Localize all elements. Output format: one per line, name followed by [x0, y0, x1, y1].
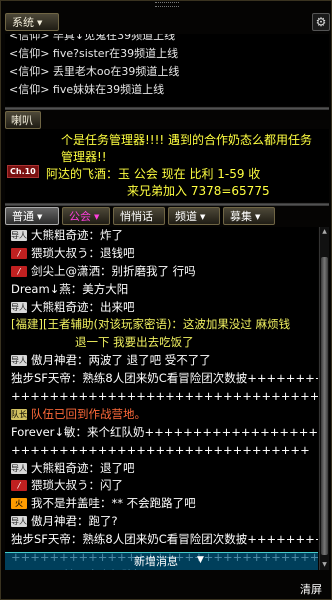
square-badge-icon: 导人	[11, 301, 27, 313]
chat-message-text: 队伍已回到作战营地。	[31, 406, 146, 421]
square-badge-icon: 导人	[11, 355, 27, 367]
horn-line-1: 个是任务管理器!!!! 遇到的合作奶态么都用任务	[61, 133, 313, 147]
chat-message[interactable]: Forever↓敏：来个红队奶++++++++++++++++++++++++	[5, 424, 318, 442]
chat-message[interactable]: ++++++++++++++++++++++++++++++++7=1来奶	[5, 388, 318, 406]
chat-message[interactable]: 导人 大熊粗奇迹：炸了	[5, 227, 318, 245]
chat-tab-label: 普通	[12, 210, 34, 223]
new-message-label: 新增消息	[134, 555, 178, 568]
chat-message[interactable]: 导人 大熊粗奇迹：出来吧	[5, 299, 318, 317]
dropdown-arrow-icon: ▼	[94, 213, 100, 221]
system-message-list: <信仰> 毕真↓见鬼在39频道上线 <信仰> five?sister在39频道上线…	[5, 34, 329, 106]
horn-message-area: 个是任务管理器!!!! 遇到的合作奶态么都用任务 管理器!! 阿达的飞酒：玉 公…	[5, 129, 329, 202]
chat-message-text: 大熊粗奇迹：炸了	[31, 228, 123, 242]
drag-handle[interactable]	[155, 2, 179, 7]
chat-message-list: 导人 大熊粗奇迹：炸了 / 猥琐大叔う：退钱吧 / 剑尖上@潇洒：别折磨我了 行吗 Drea…	[5, 227, 318, 570]
system-message: <信仰> 丢里老木oo在39频道上线	[9, 65, 180, 78]
chat-tab-label: 公会	[69, 210, 91, 223]
system-message: <信仰> five?sister在39频道上线	[9, 47, 179, 60]
scroll-up-icon[interactable]: ▲	[321, 228, 328, 236]
chat-message-text: 猥琐大叔う：退钱吧	[31, 245, 135, 260]
clear-screen-button[interactable]: 清屏	[300, 581, 322, 597]
chat-message-text: 独步SF天帝：熟练8人团来奶C看冒险团次数披+++++++++	[11, 371, 318, 386]
chevron-down-icon: ▼	[197, 555, 204, 565]
system-tab-label: 系统	[12, 16, 34, 29]
chat-message[interactable]: [福建][王者辅助(对该玩家密语)：这波加果没过 麻烦钱	[5, 316, 318, 334]
chat-tab-4[interactable]: 募集 ▼	[223, 207, 275, 225]
channel-badge: Ch.10	[7, 165, 39, 178]
slash-badge-icon: /	[11, 247, 27, 259]
chat-message[interactable]: 导人 傲月神君：跑了?	[5, 513, 318, 531]
chat-message-text: Forever↓敏：来个红队奶++++++++++++++++++++++++	[11, 424, 318, 439]
chat-message[interactable]: / 猥琐大叔う：退钱吧	[5, 245, 318, 263]
chat-message-text: +++++++++++++++++++++++++++++++	[11, 442, 310, 457]
chat-message-text: 傲月神君：两波了 退了吧 受不了了	[31, 353, 211, 368]
horn-line-4: 来兄弟加入 7378=65775	[127, 184, 270, 198]
dropdown-arrow-icon: ▼	[37, 19, 43, 27]
chat-message[interactable]: / 剑尖上@潇洒：别折磨我了 行吗	[5, 263, 318, 281]
chat-tab-label: 频道	[175, 210, 197, 223]
gear-icon[interactable]: ⚙	[312, 13, 330, 31]
system-message: <信仰> 毕真↓见鬼在39频道上线	[9, 34, 176, 42]
dropdown-arrow-icon: ▼	[255, 213, 261, 221]
square-badge-icon: 导人	[11, 516, 27, 528]
square-badge-icon: 导人	[11, 462, 27, 474]
chat-message-text: ++++++++++++++++++++++++++++++++7=1来奶	[11, 389, 318, 404]
divider[interactable]	[5, 203, 329, 206]
chat-message[interactable]: Dream↓燕：美方大阳	[5, 281, 318, 299]
chat-message[interactable]: 火我不是并盖哇：** 不会跑路了吧	[5, 495, 318, 513]
dropdown-arrow-icon: ▼	[37, 213, 43, 221]
divider[interactable]	[5, 107, 329, 110]
slash-badge-icon: /	[11, 480, 27, 492]
system-tab-button[interactable]: 系统 ▼	[5, 13, 59, 31]
chat-tab-0[interactable]: 普通 ▼	[5, 207, 59, 225]
chat-message-text: 傲月神君：跑了?	[31, 514, 118, 529]
system-message: <信仰> five妹妹在39频道上线	[9, 83, 165, 96]
chat-tab-1[interactable]: 公会 ▼	[62, 207, 110, 225]
new-message-bar[interactable]: 新增消息 ▼	[5, 552, 318, 570]
chat-message[interactable]: 独步SF天帝：熟练8人团来奶C看冒险团次数披+++++++++	[5, 531, 318, 549]
chat-scrollbar[interactable]: ▲ ▼	[319, 227, 329, 570]
scroll-down-icon[interactable]: ▼	[321, 561, 328, 569]
chat-message-text: 剑尖上@潇洒：别折磨我了 行吗	[31, 263, 196, 278]
chat-message-text: 猥琐大叔う：闪了	[31, 478, 123, 493]
chat-message[interactable]: 导人 大熊粗奇迹：退了吧	[5, 460, 318, 478]
fire-badge-icon: 火	[11, 498, 27, 510]
chat-tab-label: 募集	[230, 210, 252, 223]
square-badge-icon: 导人	[11, 230, 27, 241]
horn-tab-button[interactable]: 喇叭	[5, 111, 41, 129]
horn-line-2: 管理器!!	[61, 150, 107, 164]
dropdown-arrow-icon: ▼	[200, 213, 206, 221]
chat-tab-label: 悄悄话	[120, 210, 153, 223]
chat-message[interactable]: 独步SF天帝：熟练8人团来奶C看冒险团次数披+++++++++	[5, 370, 318, 388]
horn-sender: 阿达的飞酒：玉 公会 现在 比利 1-59 收	[46, 167, 261, 181]
chat-message[interactable]: / 猥琐大叔う：闪了	[5, 477, 318, 495]
chat-message-text: 独步SF天帝：熟练8人团来奶C看冒险团次数披+++++++++	[11, 532, 318, 547]
chat-message[interactable]: 队长 队伍已回到作战营地。	[5, 406, 318, 424]
horn-tab-label: 喇叭	[11, 114, 33, 127]
chat-message-text: 大熊粗奇迹：出来吧	[31, 299, 135, 314]
slash-badge-icon: /	[11, 265, 27, 277]
chat-tab-3[interactable]: 频道 ▼	[168, 207, 220, 225]
chat-message-text: Dream↓燕：美方大阳	[11, 281, 129, 296]
chat-tab-2[interactable]: 悄悄话▼	[113, 207, 165, 239]
scroll-thumb[interactable]	[321, 257, 328, 555]
chat-message-text: 退一下 我要出去吃饭了	[75, 335, 194, 350]
lead-badge-icon: 队长	[11, 408, 27, 420]
chat-message[interactable]: 导人 傲月神君：两波了 退了吧 受不了了	[5, 352, 318, 370]
chat-message[interactable]: +++++++++++++++++++++++++++++++	[5, 442, 318, 460]
chat-window: 系统 ▼ ⚙ <信仰> 毕真↓见鬼在39频道上线 <信仰> five?sister在…	[0, 0, 332, 600]
chat-message-text: 我不是并盖哇：** 不会跑路了吧	[31, 496, 196, 511]
chat-message-text: 大熊粗奇迹：退了吧	[31, 460, 135, 475]
chat-message[interactable]: 退一下 我要出去吃饭了	[5, 334, 318, 352]
chat-message-text: [福建][王者辅助(对该玩家密语)：这波加果没过 麻烦钱	[11, 317, 291, 332]
